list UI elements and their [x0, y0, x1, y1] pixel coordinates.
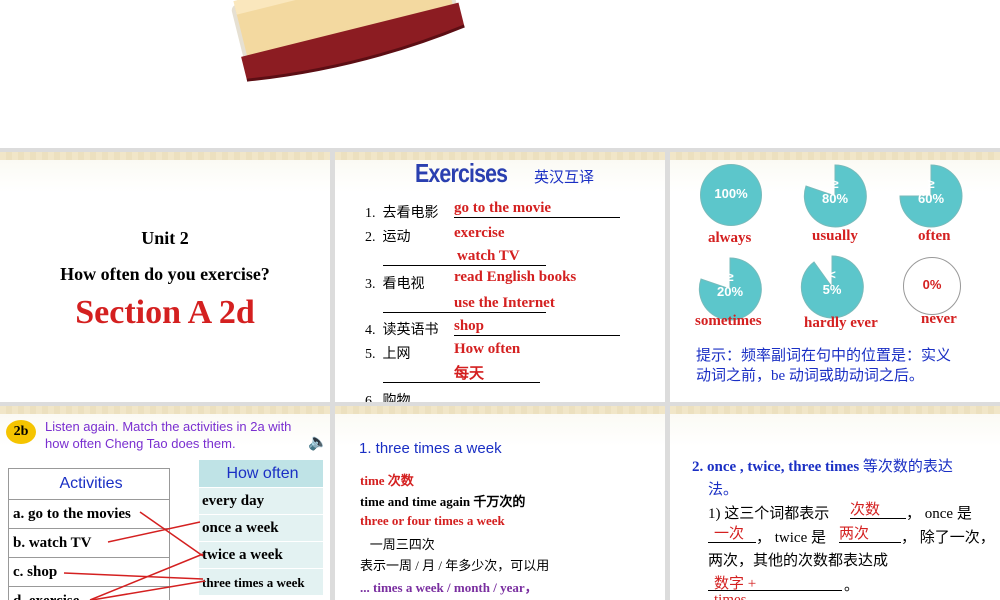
answer-1: go to the movie	[454, 200, 552, 216]
tip-line-1: 提示：频率副词在句中的位置是：实义	[696, 348, 952, 364]
exercise-item-2: 2. 运动	[365, 230, 411, 245]
note-line-4-end: 。	[844, 578, 860, 594]
exercise-item-4: 4. 读英语书	[365, 323, 439, 338]
exercises-subtitle: 英汉互译	[534, 170, 595, 186]
lesson-question: How often do you exercise?	[60, 264, 270, 284]
pct-often: ≥ 60%	[917, 176, 945, 206]
answer-5: use the Internet	[454, 295, 555, 311]
frequency-pie-always: 100%	[700, 164, 762, 226]
book-illustration	[231, 0, 465, 82]
exercises-title: Exercises	[415, 158, 508, 188]
note-line-1: 1) 这三个词都表示	[708, 506, 830, 522]
note-title: 1. three times a week	[359, 440, 502, 457]
pct-sometimes: ≥ 20%	[716, 269, 744, 299]
note-heading: 2. once , twice, three times 等次数的表达	[692, 459, 953, 475]
note-line: time 次数	[360, 473, 414, 488]
pct-usually: ≥ 80%	[821, 176, 849, 206]
note-line: time and time again 千万次的	[360, 494, 526, 509]
exercise-item-5: 5. 上网	[365, 347, 411, 362]
unit-label: Unit 2	[141, 228, 189, 248]
slide-exercises[interactable]: Exercises 英汉互译 1. 去看电影 go to the movie 2…	[335, 152, 665, 402]
label-usually: usually	[812, 228, 858, 244]
section-title: Section A 2d	[75, 294, 255, 331]
note-line-1-end: ， once 是	[906, 506, 972, 522]
exercise-item-1: 1. 去看电影	[365, 206, 439, 221]
label-always: always	[708, 230, 752, 246]
note-line-2-end: ， 除了一次，	[901, 530, 995, 546]
blank-answer-3: 两次	[839, 526, 870, 542]
tip-line-2: 动词之前，be 动词或助动词之后。	[696, 368, 924, 384]
slide-title[interactable]: Unit 2 How often do you exercise? Sectio…	[0, 152, 330, 402]
blank-answer-2: 一次	[714, 526, 745, 542]
answer-8: 每天	[454, 366, 485, 382]
slide-number-of-times[interactable]: 2. once , twice, three times 等次数的表达 法。 1…	[670, 406, 1000, 600]
slide-2b-matching[interactable]: 2b Listen again. Match the activities in…	[0, 406, 330, 600]
label-sometimes: sometimes	[695, 313, 762, 329]
label-never: never	[921, 311, 957, 327]
label-hardly-ever: hardly ever	[804, 315, 878, 331]
note-heading-line2: 法。	[708, 482, 739, 498]
matching-lines	[63, 511, 206, 600]
blank-answer-5: times	[714, 592, 747, 600]
note-line: three or four times a week	[360, 513, 505, 528]
pct-never: 0%	[922, 277, 942, 292]
note-line-2: ， twice 是	[756, 530, 826, 546]
exercise-item-6: 6. 购物	[365, 394, 411, 402]
answer-7: How often	[454, 341, 521, 357]
answer-3: watch TV	[457, 248, 520, 264]
label-often: often	[918, 228, 951, 244]
answer-2: exercise	[454, 225, 505, 241]
note-line-3: 两次，其他的次数都表达成	[708, 553, 889, 569]
exercise-item-3: 3. 看电视	[365, 277, 425, 292]
slide-three-times-a-week[interactable]: 1. three times a week time 次数 time and t…	[335, 406, 665, 600]
slide-frequency-adverbs[interactable]: 100% always ≥ 80% usually ≥ 60% often ≥ …	[670, 152, 1000, 402]
answer-6: shop	[454, 318, 485, 334]
note-line: ... times a week / month / year，	[360, 580, 538, 595]
blank-answer-1: 次数	[850, 502, 881, 518]
top-image-area	[0, 0, 1000, 148]
note-line: 表示一周 / 月 / 年多少次，可以用	[360, 558, 550, 573]
note-line: 一周三四次	[360, 537, 435, 552]
pct-hardly-ever: < 5%	[822, 267, 842, 297]
answer-4: read English books	[454, 269, 577, 285]
